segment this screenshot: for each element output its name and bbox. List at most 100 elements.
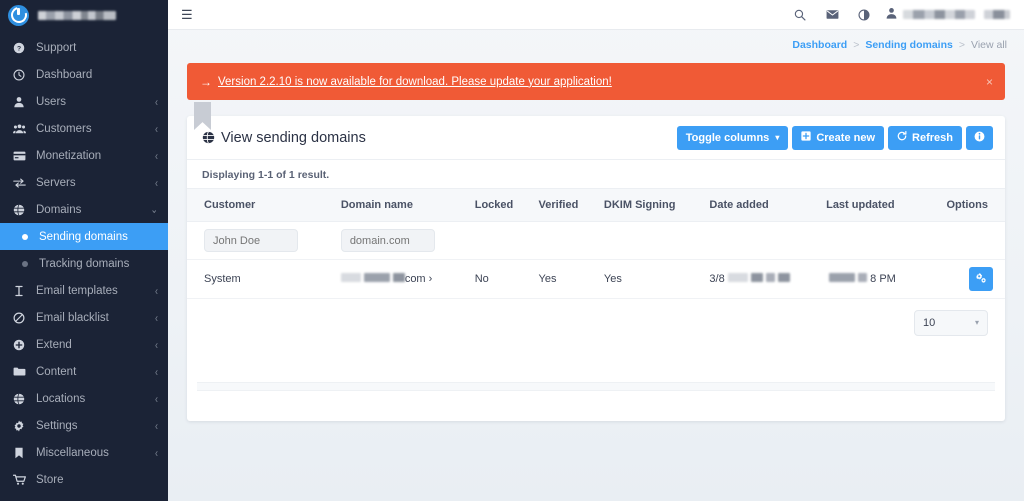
question-circle-icon: ? <box>11 42 27 54</box>
column-header-date-added[interactable]: Date added <box>703 188 821 222</box>
chevron-right-icon: › <box>428 273 433 285</box>
breadcrumb-item-view-all: View all <box>971 39 1007 51</box>
column-header-customer[interactable]: Customer <box>187 188 335 222</box>
chevron-icon: ‹ <box>155 419 158 432</box>
sidebar-item-label: Sending domains <box>39 230 128 243</box>
cell-domain-name[interactable]: com › <box>334 259 469 299</box>
column-header-verified[interactable]: Verified <box>532 188 598 222</box>
globe-icon <box>11 392 27 405</box>
sidebar-item-support[interactable]: ? Support <box>0 34 168 61</box>
breadcrumb-item-sending-domains[interactable]: Sending domains <box>865 39 953 51</box>
domain-name-redacted <box>340 273 405 282</box>
sidebar-item-email-blacklist[interactable]: Email blacklist ‹ <box>0 304 168 331</box>
sidebar-item-customers[interactable]: Customers ‹ <box>0 115 168 142</box>
create-new-button[interactable]: Create new <box>792 125 885 150</box>
sidebar-item-monetization[interactable]: Monetization ‹ <box>0 142 168 169</box>
arrow-right-icon: → <box>200 74 212 89</box>
column-header-last-updated[interactable]: Last updated <box>820 188 924 222</box>
filter-cell-last-updated <box>820 221 924 260</box>
hamburger-icon[interactable]: ☰ <box>181 8 193 21</box>
domain-filter-input[interactable] <box>340 229 435 252</box>
cell-customer: System <box>187 259 335 299</box>
update-alert-link[interactable]: Version 2.2.10 is now available for down… <box>218 76 612 88</box>
card-footer-strip <box>197 382 995 391</box>
column-header-dkim-signing[interactable]: DKIM Signing <box>597 188 704 222</box>
user-icon <box>11 96 27 108</box>
sidebar-item-dashboard[interactable]: Dashboard <box>0 61 168 88</box>
sidebar-item-miscellaneous[interactable]: Miscellaneous ‹ <box>0 439 168 466</box>
filter-cell-customer <box>187 221 335 260</box>
users-icon <box>11 122 27 135</box>
cogs-icon <box>975 272 987 287</box>
clock-icon <box>11 68 27 81</box>
breadcrumb-item-dashboard[interactable]: Dashboard <box>792 39 847 51</box>
pagination: 10 ▾ <box>187 299 1005 336</box>
chevron-icon: ‹ <box>155 176 158 189</box>
sidebar-item-content[interactable]: Content ‹ <box>0 358 168 385</box>
brand-name-redacted <box>38 10 116 20</box>
sidebar-item-label: Domains <box>36 203 82 216</box>
cell-last-updated: 8 PM <box>820 259 924 299</box>
breadcrumb-separator: > <box>958 39 965 51</box>
bookmark-icon <box>11 447 27 459</box>
column-header-locked[interactable]: Locked <box>468 188 533 222</box>
per-page-select[interactable]: 10 <box>914 310 988 336</box>
row-options-button[interactable] <box>969 267 993 291</box>
customer-filter-input[interactable] <box>204 229 298 252</box>
chevron-icon: ‹ <box>155 149 158 162</box>
cell-options <box>923 259 1005 299</box>
filter-cell-verified <box>532 221 598 260</box>
globe-icon <box>11 203 27 216</box>
toggle-columns-button[interactable]: Toggle columns ▾ <box>676 125 789 150</box>
chevron-icon: ‹ <box>155 365 158 378</box>
sidebar-item-label: Support <box>36 41 77 54</box>
info-icon <box>974 131 985 145</box>
sidebar-item-locations[interactable]: Locations ‹ <box>0 385 168 412</box>
search-icon[interactable] <box>784 0 816 30</box>
info-button[interactable] <box>966 125 993 150</box>
filter-cell-options <box>923 221 1005 260</box>
folder-icon <box>11 366 27 377</box>
table-row: System com › No Yes Yes 3/8 8 PM <box>187 259 1005 299</box>
refresh-label: Refresh <box>912 131 953 144</box>
sidebar-item-label: Tracking domains <box>39 257 130 270</box>
filter-cell-dkim <box>597 221 704 260</box>
user-menu[interactable] <box>880 7 1010 22</box>
table-filter-row <box>187 221 1005 260</box>
close-icon[interactable]: × <box>986 75 993 89</box>
sidebar-item-label: Users <box>36 95 67 108</box>
sidebar-item-tracking-domains[interactable]: Tracking domains <box>0 250 168 277</box>
sidebar-item-label: Customers <box>36 122 92 135</box>
envelope-icon[interactable] <box>816 0 848 30</box>
sidebar-item-label: Email templates <box>36 284 118 297</box>
cart-icon <box>11 474 27 486</box>
breadcrumb: Dashboard > Sending domains > View all <box>168 32 1024 58</box>
gear-icon <box>11 419 27 432</box>
result-count: Displaying 1-1 of 1 result. <box>202 169 330 181</box>
sidebar-item-label: Servers <box>36 176 76 189</box>
sidebar-item-settings[interactable]: Settings ‹ <box>0 412 168 439</box>
sidebar-item-users[interactable]: Users ‹ <box>0 88 168 115</box>
page-title-text: View sending domains <box>221 129 366 146</box>
chevron-icon: ‹ <box>155 284 158 297</box>
chevron-down-icon: ▾ <box>775 133 780 142</box>
sidebar-item-email-templates[interactable]: Email templates ‹ <box>0 277 168 304</box>
filter-cell-date-added <box>703 221 821 260</box>
contrast-icon[interactable] <box>848 0 880 30</box>
sidebar-item-store[interactable]: Store <box>0 466 168 493</box>
dot-icon <box>22 233 28 240</box>
cell-locked: No <box>468 259 533 299</box>
refresh-button[interactable]: Refresh <box>888 125 962 150</box>
cell-verified: Yes <box>532 259 598 299</box>
brand-logo-icon <box>8 4 29 26</box>
svg-text:?: ? <box>17 45 21 52</box>
sidebar-item-servers[interactable]: Servers ‹ <box>0 169 168 196</box>
sidebar-item-sending-domains[interactable]: Sending domains <box>0 223 168 250</box>
column-header-domain-name[interactable]: Domain name <box>334 188 469 222</box>
sidebar-item-extend[interactable]: Extend ‹ <box>0 331 168 358</box>
sidebar-item-label: Extend <box>36 338 72 351</box>
brand-header[interactable] <box>0 0 168 30</box>
sending-domains-card: View sending domains Toggle columns ▾ Cr… <box>187 102 1005 421</box>
date-added-redacted <box>727 273 790 282</box>
sidebar-item-domains[interactable]: Domains ⌄ <box>0 196 168 223</box>
